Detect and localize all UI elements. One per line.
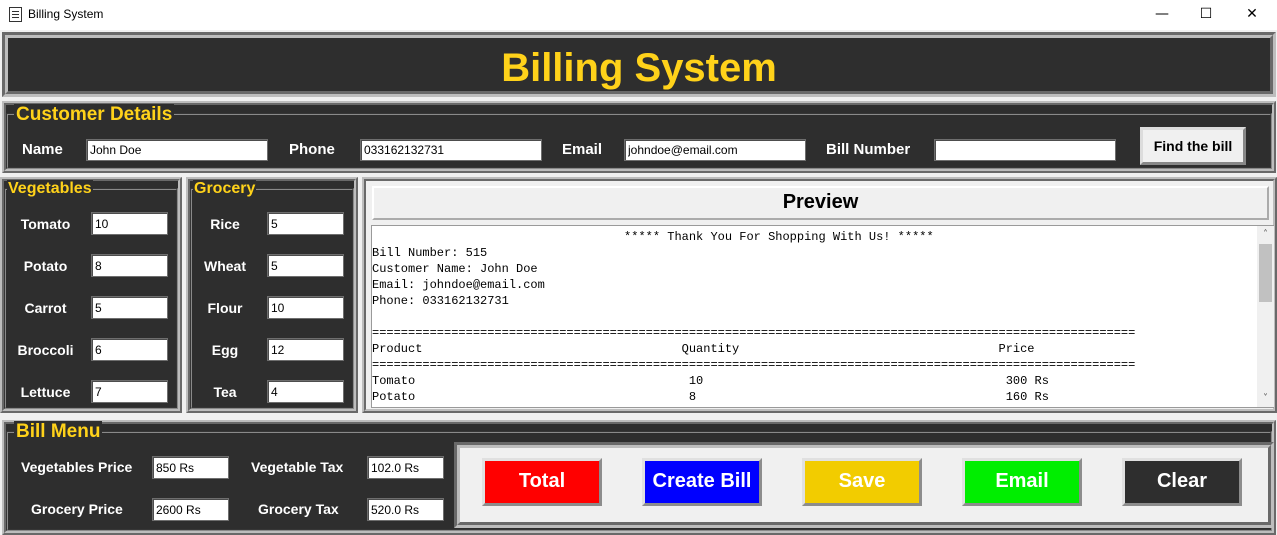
window-title: Billing System xyxy=(28,7,104,21)
bill-menu-legend: Bill Menu xyxy=(14,421,103,443)
preview-panel: Preview ***** Thank You For Shopping Wit… xyxy=(362,177,1277,413)
flour-label: Flour xyxy=(207,300,243,316)
email-button[interactable]: Email xyxy=(962,458,1082,506)
vegetables-panel: Vegetables Tomato Potato Carrot Broccoli… xyxy=(0,177,182,413)
tea-label: Tea xyxy=(213,384,237,400)
lettuce-label: Lettuce xyxy=(20,384,71,400)
grocery-price-label: Grocery Price xyxy=(31,501,123,517)
grocery-tax-label: Grocery Tax xyxy=(258,501,339,517)
page-title: Billing System xyxy=(501,46,777,90)
grocery-legend: Grocery xyxy=(193,180,257,198)
potato-label: Potato xyxy=(23,258,68,274)
grocery-price-field[interactable] xyxy=(152,498,229,521)
vegetables-price-label: Vegetables Price xyxy=(21,459,133,475)
vegetable-tax-field[interactable] xyxy=(367,456,444,479)
header-banner: Billing System xyxy=(2,32,1276,97)
find-bill-button[interactable]: Find the bill xyxy=(1140,127,1246,165)
rice-input[interactable] xyxy=(267,212,344,235)
broccoli-label: Broccoli xyxy=(17,342,74,358)
potato-input[interactable] xyxy=(91,254,168,277)
flour-input[interactable] xyxy=(267,296,344,319)
window-titlebar: Billing System — ☐ ✕ xyxy=(0,0,1277,30)
scroll-down-icon[interactable]: ˅ xyxy=(1257,390,1274,407)
egg-label: Egg xyxy=(211,342,239,358)
customer-details-legend: Customer Details xyxy=(14,104,175,126)
carrot-input[interactable] xyxy=(91,296,168,319)
customer-details-panel: Customer Details Name Phone Email Bill N… xyxy=(2,101,1276,173)
maximize-button[interactable]: ☐ xyxy=(1183,0,1229,30)
bill-number-input[interactable] xyxy=(934,139,1116,161)
preview-scrollbar[interactable]: ˄ ˅ xyxy=(1257,226,1274,407)
lettuce-input[interactable] xyxy=(91,380,168,403)
clear-button[interactable]: Clear xyxy=(1122,458,1242,506)
email-label: Email xyxy=(562,141,603,158)
preview-text-container: ***** Thank You For Shopping With Us! **… xyxy=(371,225,1274,408)
create-bill-button[interactable]: Create Bill xyxy=(642,458,762,506)
wheat-label: Wheat xyxy=(204,258,246,274)
preview-title: Preview xyxy=(372,186,1269,220)
rice-label: Rice xyxy=(210,216,240,232)
phone-input[interactable] xyxy=(360,139,542,161)
total-button[interactable]: Total xyxy=(482,458,602,506)
minimize-button[interactable]: — xyxy=(1139,0,1185,30)
grocery-panel: Grocery Rice Wheat Flour Egg Tea xyxy=(186,177,358,413)
scroll-thumb[interactable] xyxy=(1259,244,1272,302)
name-input[interactable] xyxy=(86,139,268,161)
wheat-input[interactable] xyxy=(267,254,344,277)
vegetables-legend: Vegetables xyxy=(7,180,93,198)
name-label: Name xyxy=(22,141,63,158)
bill-number-label: Bill Number xyxy=(826,141,911,158)
carrot-label: Carrot xyxy=(24,300,67,316)
vegetable-tax-label: Vegetable Tax xyxy=(251,459,344,475)
vegetables-price-field[interactable] xyxy=(152,456,229,479)
app-icon xyxy=(9,7,22,22)
egg-input[interactable] xyxy=(267,338,344,361)
tomato-input[interactable] xyxy=(91,212,168,235)
scroll-up-icon[interactable]: ˄ xyxy=(1257,226,1274,243)
action-buttons-frame: Total Create Bill Save Email Clear xyxy=(454,442,1274,528)
bill-preview-text[interactable]: ***** Thank You For Shopping With Us! **… xyxy=(372,229,1256,405)
tomato-label: Tomato xyxy=(20,216,71,232)
grocery-tax-field[interactable] xyxy=(367,498,444,521)
bill-menu-panel: Bill Menu Vegetables Price Vegetable Tax… xyxy=(2,420,1276,535)
save-button[interactable]: Save xyxy=(802,458,922,506)
close-button[interactable]: ✕ xyxy=(1229,0,1275,30)
phone-label: Phone xyxy=(289,141,335,158)
tea-input[interactable] xyxy=(267,380,344,403)
broccoli-input[interactable] xyxy=(91,338,168,361)
email-input[interactable] xyxy=(624,139,806,161)
